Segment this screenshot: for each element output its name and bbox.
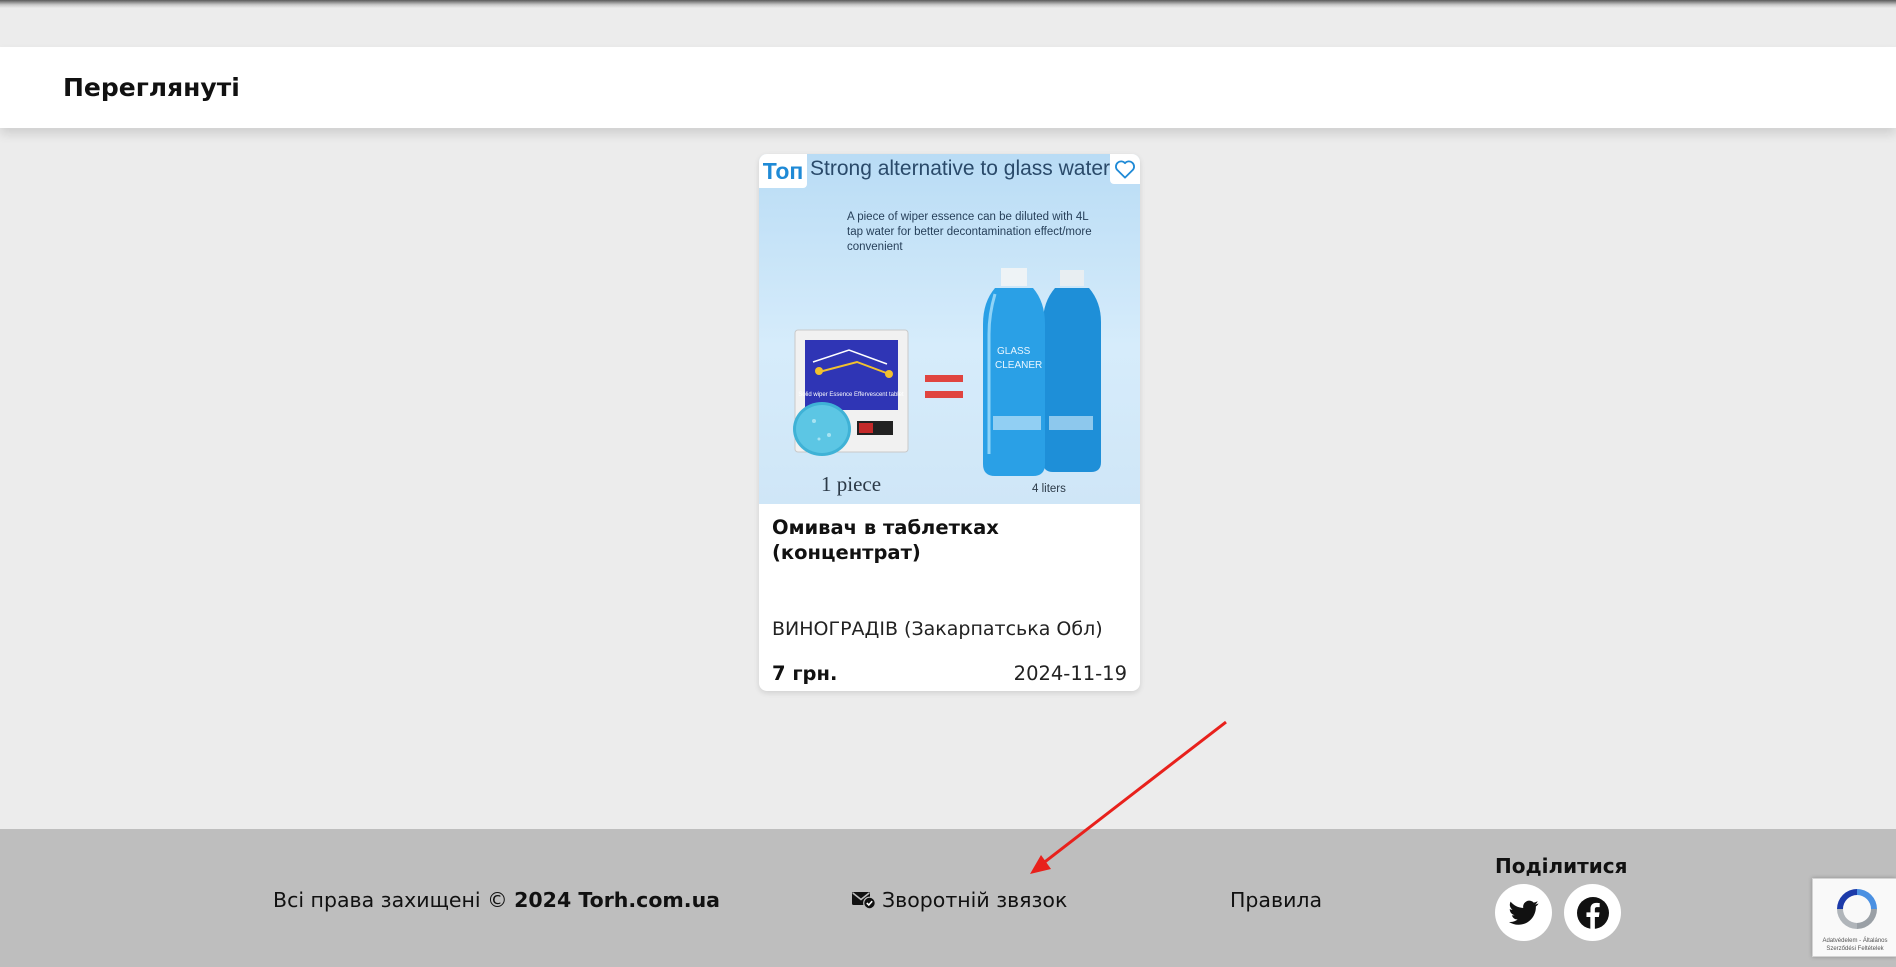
recaptcha-badge[interactable]: Adatvédelem - Általános Szerződési Felté… <box>1812 878 1896 957</box>
twitter-share-button[interactable] <box>1495 884 1552 941</box>
image-caption-right: 4 liters <box>1032 483 1066 495</box>
facebook-share-button[interactable] <box>1564 884 1621 941</box>
glass-cleaner-bottles: GLASS CLEANER <box>983 268 1101 476</box>
mail-check-icon <box>852 892 876 909</box>
product-price: 7 грн. <box>772 662 838 685</box>
image-subtext: A piece of wiper essence can be diluted … <box>847 211 1092 253</box>
share-title: Поділитися <box>1495 854 1628 878</box>
copyright-text: Всі права захищені © 2024 Torh.com.ua <box>273 888 720 912</box>
copyright-prefix: Всі права захищені © <box>273 888 515 912</box>
top-shadow-divider <box>0 0 1896 8</box>
product-card[interactable]: Solid wiper Essence Effervescent tablet <box>759 154 1140 691</box>
equals-sign <box>925 375 963 398</box>
heart-icon <box>1115 160 1135 179</box>
top-badge: Топ <box>759 154 807 188</box>
recaptcha-text[interactable]: Adatvédelem - Általános Szerződési Felté… <box>1817 937 1893 953</box>
product-location: ВИНОГРАДІВ (Закарпатська Обл) <box>772 618 1103 640</box>
feedback-link[interactable]: Зворотній звязок <box>852 888 1067 912</box>
twitter-icon <box>1508 900 1538 925</box>
viewed-section-title: Переглянуті <box>63 73 240 102</box>
facebook-icon <box>1576 896 1609 929</box>
favorite-button[interactable] <box>1110 154 1140 184</box>
image-caption-left: 1 piece <box>821 472 882 496</box>
product-title[interactable]: Омивач в таблетках (концентрат) <box>772 515 1127 565</box>
product-date: 2024-11-19 <box>1013 662 1127 685</box>
svg-text:GLASS: GLASS <box>997 346 1031 357</box>
product-image-illustration: Solid wiper Essence Effervescent tablet <box>793 268 1101 476</box>
recaptcha-icon <box>1837 889 1877 929</box>
product-image[interactable]: Solid wiper Essence Effervescent tablet <box>759 154 1140 504</box>
feedback-label: Зворотній звязок <box>882 888 1068 912</box>
footer: Всі права захищені © 2024 Torh.com.ua Зв… <box>0 829 1896 967</box>
viewed-section-header: Переглянуті <box>0 47 1896 128</box>
svg-text:CLEANER: CLEANER <box>995 360 1042 371</box>
blue-tablet <box>793 402 851 456</box>
svg-text:Solid wiper Essence Effervesce: Solid wiper Essence Effervescent tablet <box>798 392 904 398</box>
rules-link[interactable]: Правила <box>1230 888 1322 912</box>
copyright-site: 2024 Torh.com.ua <box>514 888 720 912</box>
image-headline: Strong alternative to glass water <box>810 157 1110 180</box>
